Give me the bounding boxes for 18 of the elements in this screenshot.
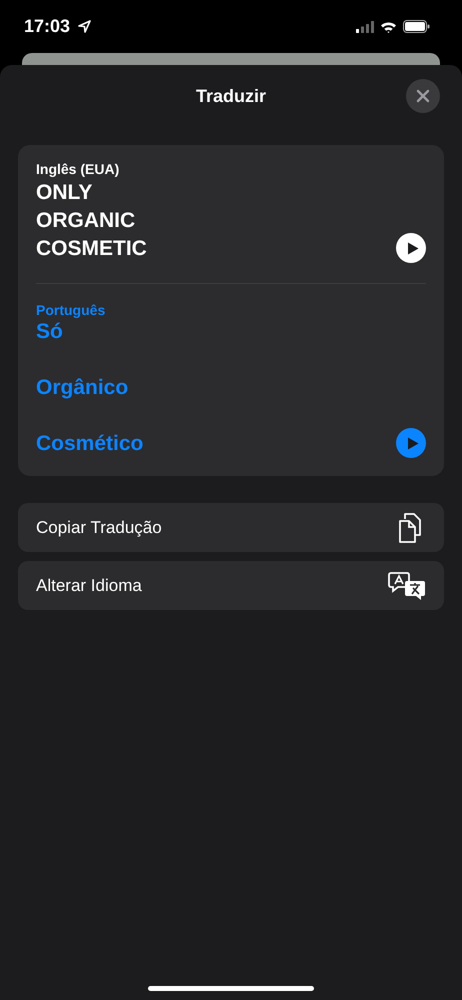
battery-icon <box>403 20 430 33</box>
sheet-title: Traduzir <box>196 86 266 106</box>
source-text: ONLY ORGANIC COSMETIC <box>36 180 147 262</box>
close-button[interactable] <box>406 79 440 113</box>
play-icon <box>406 242 418 254</box>
status-time: 17:03 <box>24 16 70 37</box>
action-button[interactable]: Alterar Idioma <box>18 561 444 610</box>
wifi-icon <box>380 20 397 32</box>
target-language: Português <box>36 302 106 318</box>
close-icon <box>416 89 430 103</box>
location-arrow-icon <box>78 20 92 33</box>
signal-icon <box>356 20 374 32</box>
play-icon <box>406 436 418 450</box>
translated-text: Só Orgânico Cosmético <box>36 319 144 457</box>
play-button[interactable] <box>396 233 426 263</box>
translate-icon <box>388 570 426 600</box>
action-button[interactable]: Copiar Tradução <box>18 503 444 552</box>
source-language: Inglês (EUA) <box>36 161 120 177</box>
